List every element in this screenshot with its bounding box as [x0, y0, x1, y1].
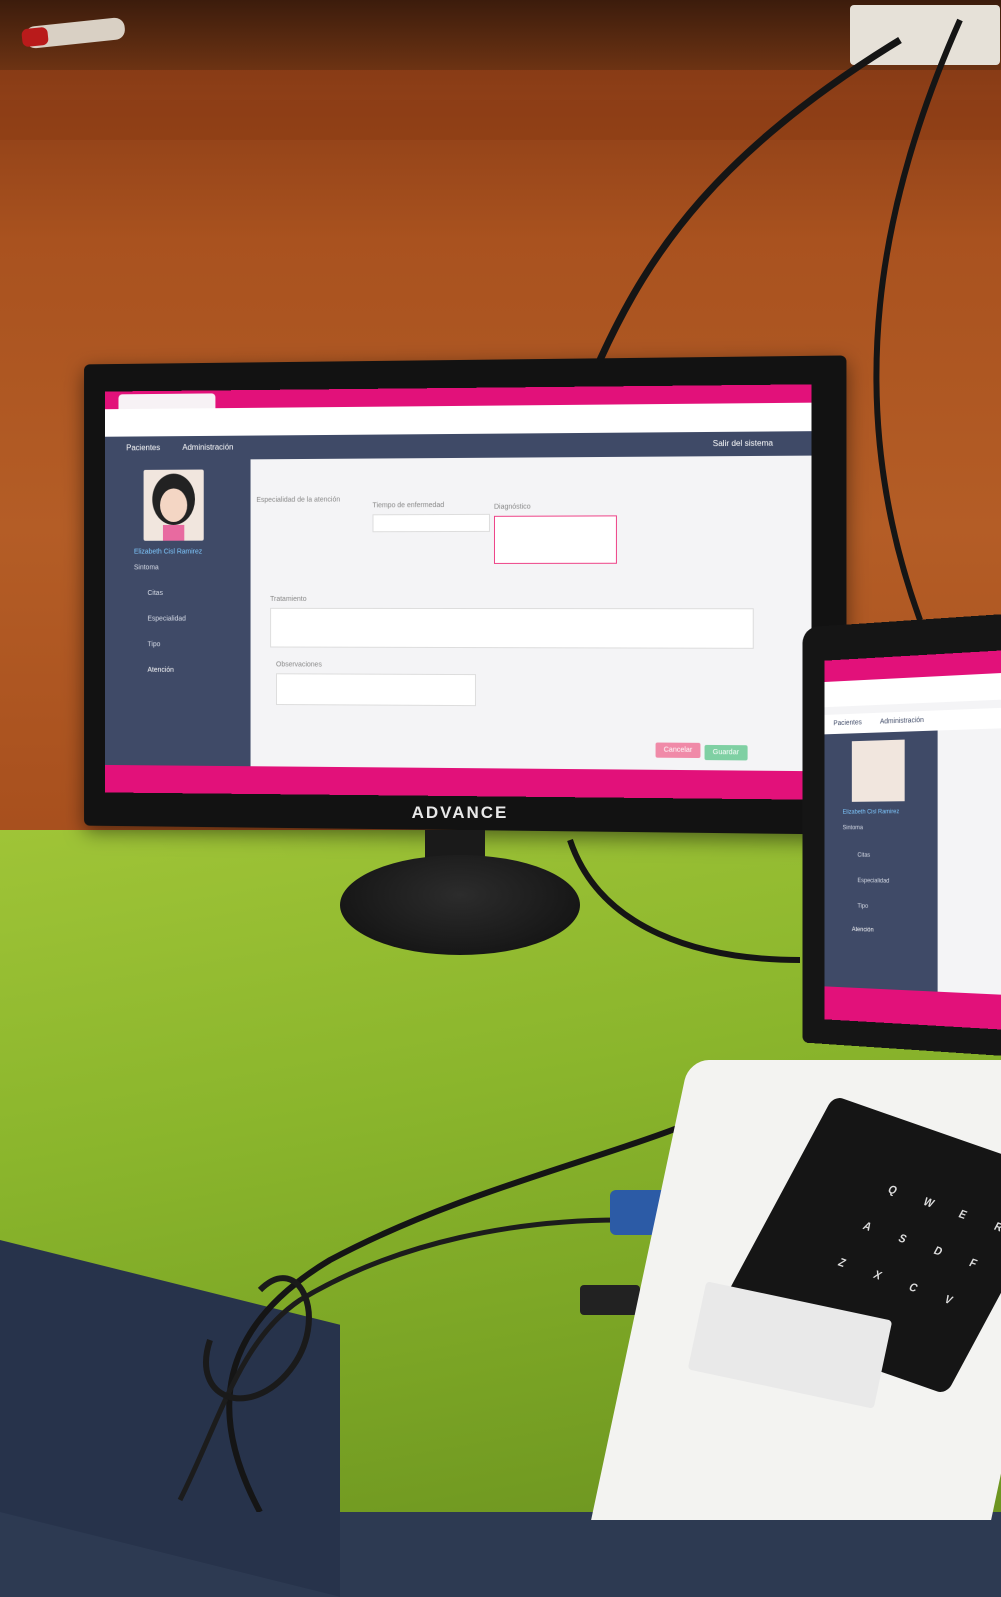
laptop-sidebar-especialidad[interactable]: Especialidad: [857, 878, 889, 884]
cancel-button[interactable]: Cancelar: [655, 742, 701, 759]
laptop-nav-pacientes[interactable]: Pacientes: [833, 719, 861, 727]
laptop-nav-administracion[interactable]: Administración: [880, 717, 924, 726]
key-c[interactable]: C: [907, 1281, 920, 1295]
browser-tab[interactable]: [118, 393, 216, 410]
key-f[interactable]: F: [967, 1257, 979, 1270]
key-a[interactable]: A: [861, 1220, 874, 1234]
nav-pacientes[interactable]: Pacientes: [126, 443, 160, 452]
logout-link[interactable]: Salir del sistema: [713, 439, 773, 449]
monitor-screen: Pacientes Administración Salir del siste…: [104, 384, 812, 800]
sidebar-item-citas[interactable]: Citas: [147, 590, 162, 597]
sidebar-item-especialidad[interactable]: Especialidad: [147, 616, 185, 623]
laptop-sidebar-atencion[interactable]: Atención: [852, 927, 874, 934]
key-d[interactable]: D: [931, 1245, 944, 1259]
label-tratamiento: Tratamiento: [270, 595, 307, 603]
tiempo-input[interactable]: [372, 513, 490, 533]
key-x[interactable]: X: [871, 1269, 884, 1283]
monitor-stand-base: [340, 855, 580, 955]
sidebar-item-tipo[interactable]: Tipo: [147, 641, 160, 648]
username: Elizabeth Cisl Ramirez: [133, 548, 203, 556]
laptop-screen: Pacientes Administración Elizabeth Cisl …: [824, 648, 1001, 1032]
tratamiento-input[interactable]: [270, 607, 754, 649]
save-button[interactable]: Guardar: [704, 744, 748, 761]
label-especialidad: Especialidad de la atención: [256, 496, 341, 504]
app-navbar: Pacientes Administración Salir del siste…: [104, 431, 812, 461]
nav-administracion[interactable]: Administración: [182, 443, 233, 452]
key-r[interactable]: R: [992, 1221, 1001, 1235]
label-diagnostico: Diagnóstico: [493, 503, 531, 511]
laptop-username: Elizabeth Cisl Ramirez: [842, 809, 900, 816]
laptop-sidebar-tipo[interactable]: Tipo: [857, 904, 868, 910]
key-q[interactable]: Q: [885, 1183, 899, 1197]
laptop-sidebar: Elizabeth Cisl Ramirez Sintoma Citas Esp…: [824, 730, 938, 992]
sidebar-item-sintoma[interactable]: Sintoma: [134, 564, 159, 571]
power-outlet: [850, 5, 1000, 65]
key-v[interactable]: V: [942, 1293, 955, 1307]
label-tiempo: Tiempo de enfermedad: [372, 502, 445, 510]
laptop-avatar: [851, 739, 905, 802]
marker-cap: [21, 26, 49, 48]
wall-band: [0, 100, 1001, 140]
sidebar-item-atencion[interactable]: Atención: [147, 667, 173, 674]
sidebar: Elizabeth Cisl Ramirez Sintoma Citas Esp…: [104, 459, 251, 767]
key-w[interactable]: W: [921, 1196, 936, 1211]
label-observaciones: Observaciones: [275, 661, 322, 669]
key-s[interactable]: S: [896, 1232, 909, 1246]
key-z[interactable]: Z: [836, 1256, 848, 1269]
monitor-brand-logo: ADVANCE: [411, 803, 509, 822]
diagnostico-input[interactable]: [493, 515, 617, 564]
key-e[interactable]: E: [956, 1208, 969, 1222]
observaciones-input[interactable]: [275, 673, 476, 707]
laptop-navbar: Pacientes Administración: [824, 706, 1001, 735]
laptop-sidebar-sintoma[interactable]: Sintoma: [843, 825, 863, 831]
form-area: Especialidad de la atención Tiempo de en…: [256, 464, 807, 769]
laptop-sidebar-citas[interactable]: Citas: [857, 853, 870, 859]
avatar: [143, 469, 204, 541]
